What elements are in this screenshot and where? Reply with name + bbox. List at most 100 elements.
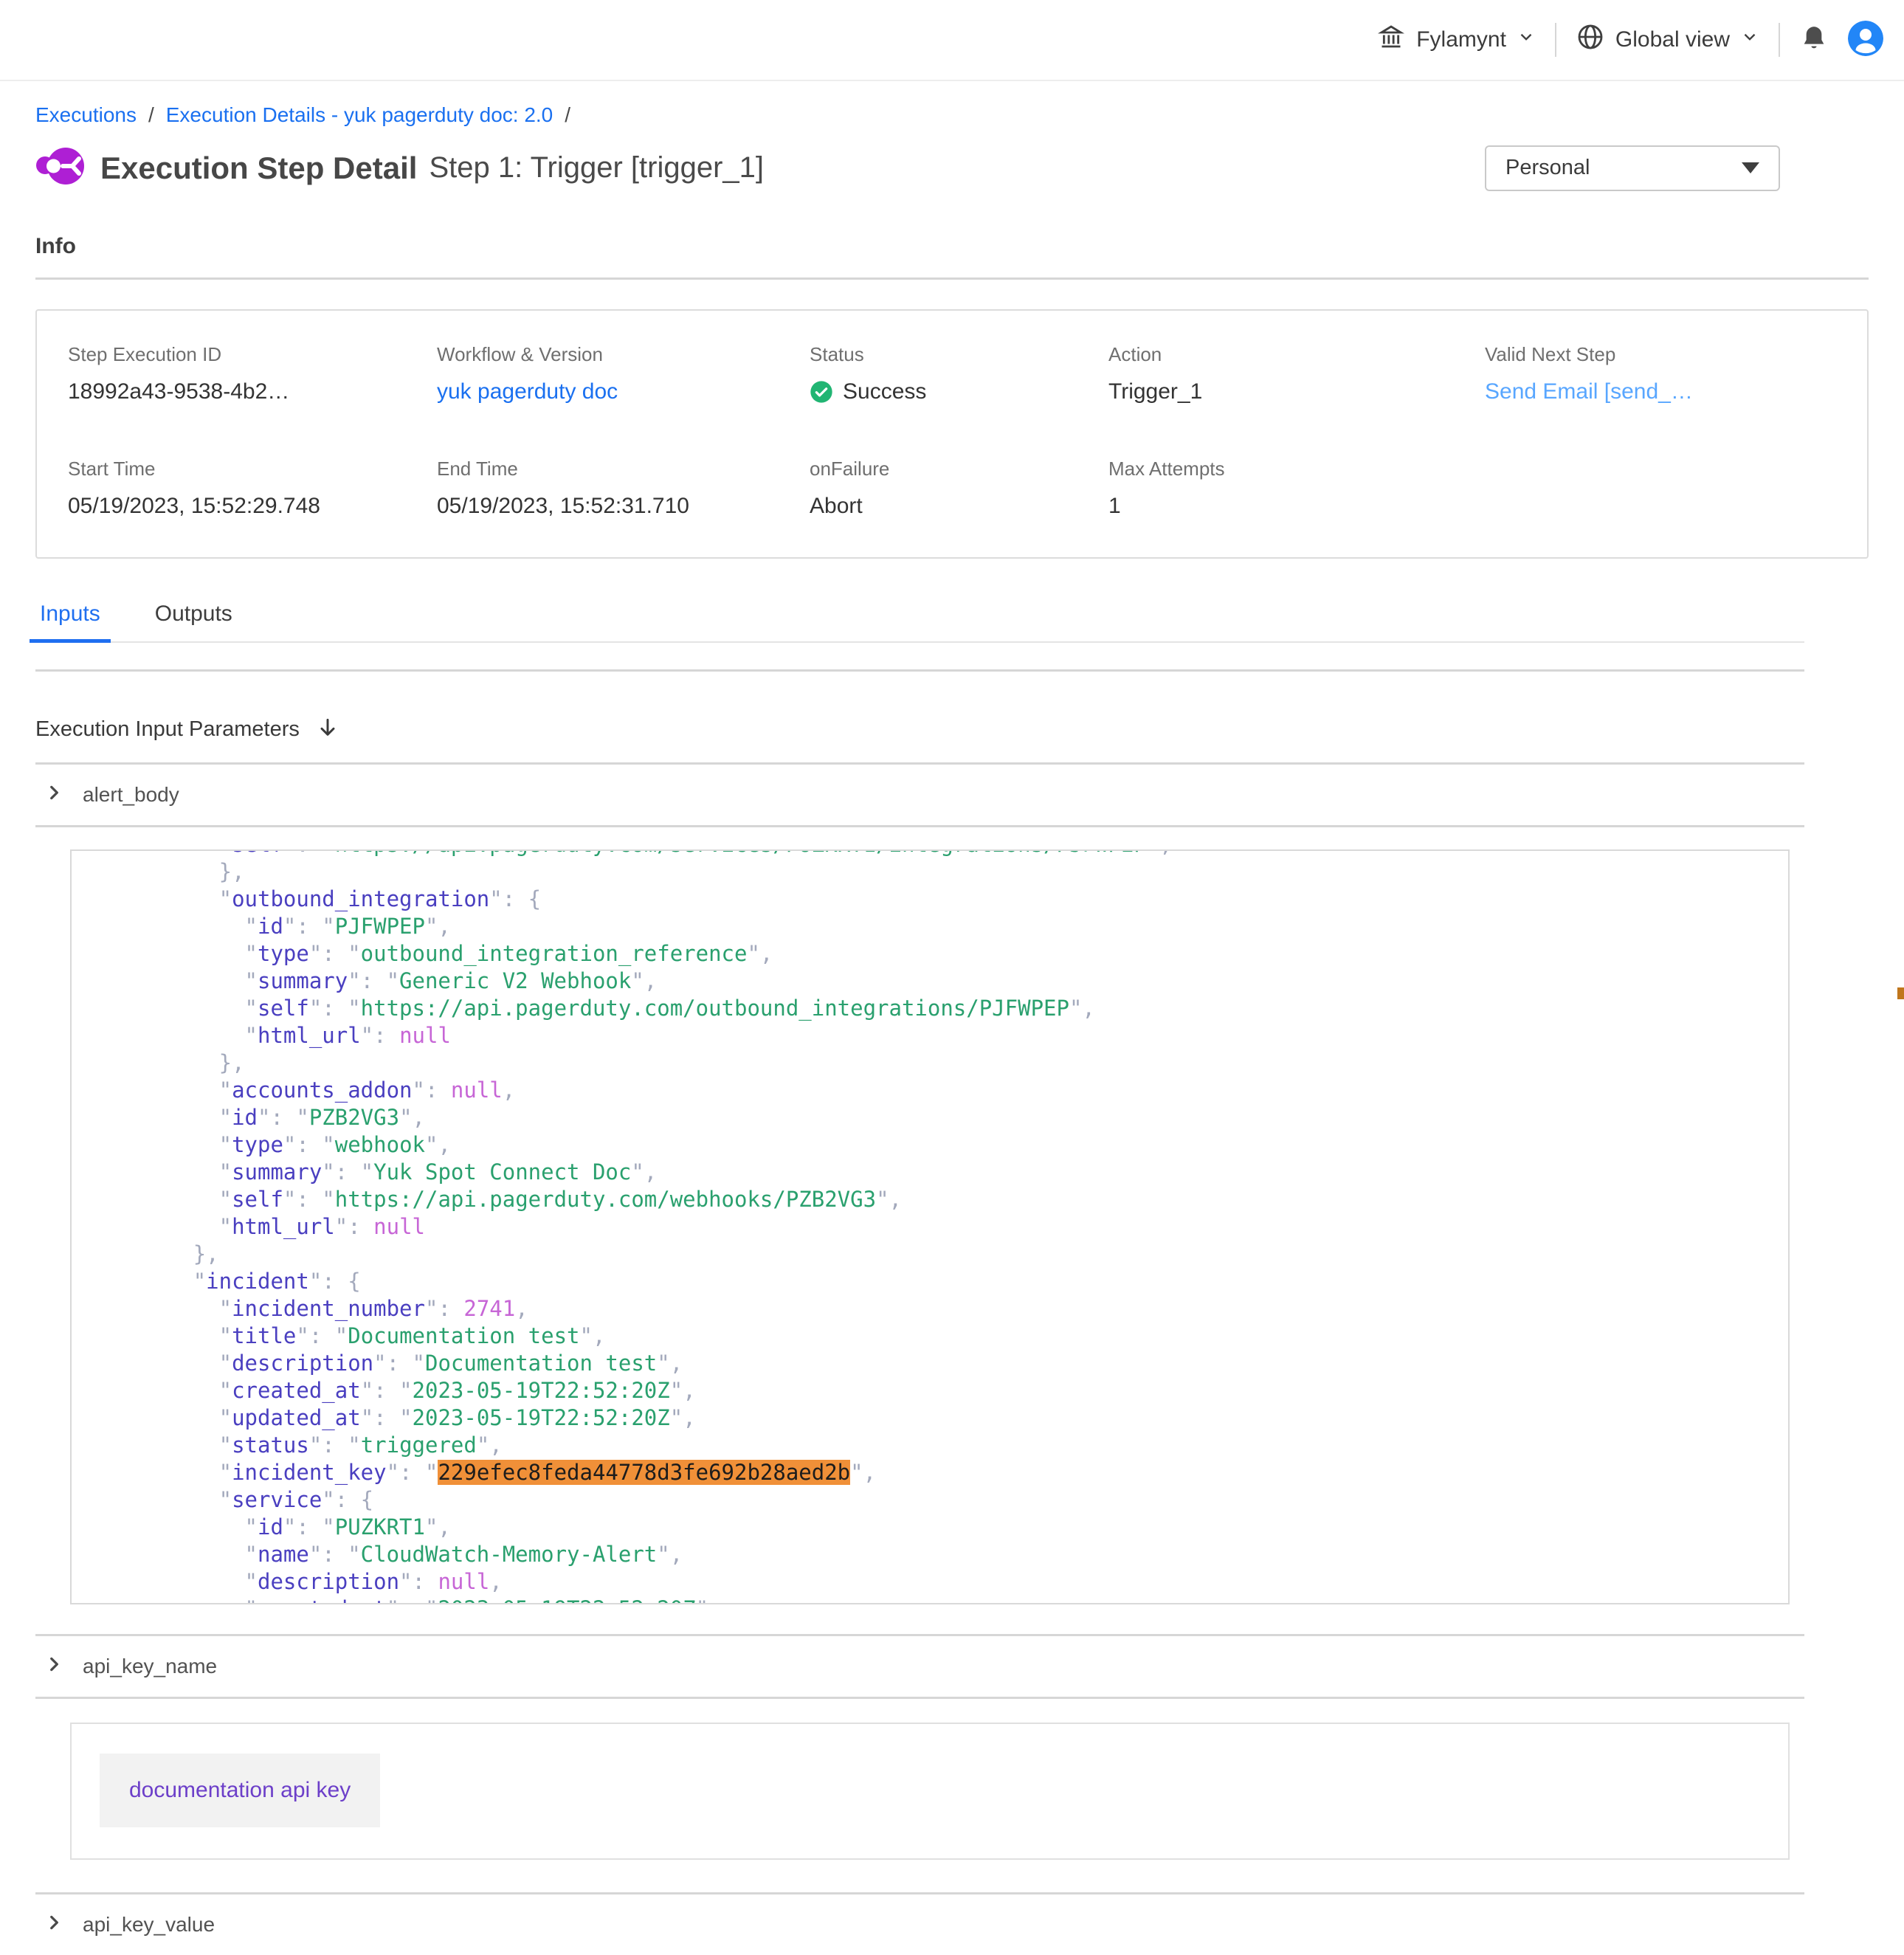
section-row-api-key-value[interactable]: api_key_value <box>44 1894 1904 1955</box>
bank-icon <box>1376 22 1406 58</box>
code-line: "description": null, <box>90 1568 1788 1596</box>
info-field: Valid Next Step Send Email [send_… <box>1485 343 1836 404</box>
chevron-right-icon <box>44 1913 63 1936</box>
field-value[interactable]: yuk pagerduty doc <box>437 379 810 404</box>
info-field: Status Success <box>810 343 1108 404</box>
code-line: "self": "https://api.pagerduty.com/webho… <box>90 1186 1788 1213</box>
code-line: "html_url": null <box>90 1022 1788 1049</box>
api-key-name-value-box: documentation api key <box>70 1723 1790 1860</box>
field-value: Abort <box>810 494 1108 519</box>
field-value: 05/19/2023, 15:52:31.710 <box>437 494 810 519</box>
info-divider <box>35 277 1869 280</box>
code-line: }, <box>90 858 1788 886</box>
api-key-name-chip: documentation api key <box>100 1754 380 1827</box>
alert-body-json-viewer[interactable]: "self": "https://api.pagerduty.com/servi… <box>70 849 1790 1604</box>
code-line: "self": "https://api.pagerduty.com/servi… <box>90 849 1788 858</box>
view-switcher[interactable]: Global view <box>1576 22 1759 58</box>
info-field: End Time 05/19/2023, 15:52:31.710 <box>437 458 810 519</box>
top-bar: Fylamynt Global view <box>0 0 1904 81</box>
section-row-alert-body[interactable]: alert_body <box>44 765 1904 825</box>
info-card: Step Execution ID 18992a43-9538-4b2…Workf… <box>35 309 1869 559</box>
dropdown-arrow-icon <box>1742 162 1759 173</box>
breadcrumb-execution-details[interactable]: Execution Details - yuk pagerduty doc: 2… <box>166 103 553 127</box>
field-value: 1 <box>1108 494 1485 519</box>
chevron-right-icon <box>44 1655 63 1678</box>
field-label: Start Time <box>68 458 437 480</box>
breadcrumb-executions[interactable]: Executions <box>35 103 137 127</box>
field-value: Success <box>810 379 1108 404</box>
code-line: "summary": "Yuk Spot Connect Doc", <box>90 1159 1788 1186</box>
info-field: Action Trigger_1 <box>1108 343 1485 404</box>
code-line: "incident_number": 2741, <box>90 1295 1788 1323</box>
section-divider <box>35 1697 1804 1699</box>
info-field: Workflow & Version yuk pagerduty doc <box>437 343 810 404</box>
code-line: "incident_key": "229efec8feda44778d3fe69… <box>90 1459 1788 1486</box>
info-heading: Info <box>35 234 1904 259</box>
org-switcher[interactable]: Fylamynt <box>1376 22 1536 58</box>
page-title: Execution Step Detail <box>100 151 417 186</box>
header-divider <box>1555 23 1556 57</box>
avatar[interactable] <box>1848 21 1883 60</box>
info-field: Step Execution ID 18992a43-9538-4b2… <box>68 343 437 404</box>
globe-icon <box>1576 22 1605 58</box>
section-divider <box>35 825 1804 827</box>
info-field: Max Attempts 1 <box>1108 458 1485 519</box>
code-line: "outbound_integration": { <box>90 886 1788 913</box>
json-code: "self": "https://api.pagerduty.com/servi… <box>72 849 1788 1604</box>
field-label: Valid Next Step <box>1485 343 1836 366</box>
status-text: Success <box>843 379 926 404</box>
field-label: Workflow & Version <box>437 343 810 366</box>
tab-outputs[interactable]: Outputs <box>151 601 237 641</box>
search-match-scroll-marker <box>1897 987 1904 999</box>
code-line: "title": "Documentation test", <box>90 1323 1788 1350</box>
code-line: }, <box>90 1241 1788 1268</box>
code-line: "self": "https://api.pagerduty.com/outbo… <box>90 995 1788 1022</box>
scope-dropdown[interactable]: Personal <box>1485 145 1780 191</box>
breadcrumb-separator: / <box>148 103 154 127</box>
chevron-down-icon <box>1517 27 1536 52</box>
field-label: onFailure <box>810 458 1108 480</box>
code-line: "name": "CloudWatch-Memory-Alert", <box>90 1541 1788 1568</box>
org-label: Fylamynt <box>1416 27 1506 52</box>
code-line: "created_at": "2023-05-19T22:52:20Z" <box>90 1596 1788 1604</box>
code-line: "id": "PUZKRT1", <box>90 1514 1788 1541</box>
info-field: Start Time 05/19/2023, 15:52:29.748 <box>68 458 437 519</box>
title-row: Execution Step Detail Step 1: Trigger [t… <box>35 142 1904 194</box>
field-value: 18992a43-9538-4b2… <box>68 379 437 404</box>
code-line: "incident": { <box>90 1268 1788 1295</box>
section-label: api_key_value <box>83 1913 215 1937</box>
breadcrumb: Executions / Execution Details - yuk pag… <box>35 103 1904 127</box>
field-value: Trigger_1 <box>1108 379 1485 404</box>
field-label: Step Execution ID <box>68 343 437 366</box>
field-value: 05/19/2023, 15:52:29.748 <box>68 494 437 519</box>
section-row-api-key-name[interactable]: api_key_name <box>44 1636 1904 1697</box>
section-label: api_key_name <box>83 1655 217 1678</box>
breadcrumb-separator: / <box>565 103 570 127</box>
code-line: "id": "PJFWPEP", <box>90 913 1788 940</box>
code-line: "service": { <box>90 1486 1788 1514</box>
view-label: Global view <box>1615 27 1730 52</box>
section-label: alert_body <box>83 783 179 807</box>
params-title: Execution Input Parameters <box>35 717 300 742</box>
code-line: "created_at": "2023-05-19T22:52:20Z", <box>90 1377 1788 1404</box>
execution-input-parameters-header: Execution Input Parameters <box>35 697 1904 762</box>
field-label: End Time <box>437 458 810 480</box>
field-label: Max Attempts <box>1108 458 1485 480</box>
code-line: "type": "webhook", <box>90 1131 1788 1159</box>
main-content: Executions / Execution Details - yuk pag… <box>0 103 1904 1955</box>
code-line: "updated_at": "2023-05-19T22:52:20Z", <box>90 1404 1788 1432</box>
header-divider <box>1779 23 1780 57</box>
code-line: "description": "Documentation test", <box>90 1350 1788 1377</box>
tab-bar: Inputs Outputs <box>35 601 1804 643</box>
section-divider <box>35 669 1804 672</box>
field-label: Status <box>810 343 1108 366</box>
code-line: "accounts_addon": null, <box>90 1077 1788 1104</box>
field-value[interactable]: Send Email [send_… <box>1485 379 1836 404</box>
tab-inputs[interactable]: Inputs <box>35 601 105 641</box>
notifications-bell-icon[interactable] <box>1799 24 1829 57</box>
code-line: "html_url": null <box>90 1213 1788 1241</box>
download-arrow-icon[interactable] <box>316 716 339 743</box>
info-field: onFailure Abort <box>810 458 1108 519</box>
scope-dropdown-value: Personal <box>1505 156 1590 180</box>
field-label: Action <box>1108 343 1485 366</box>
